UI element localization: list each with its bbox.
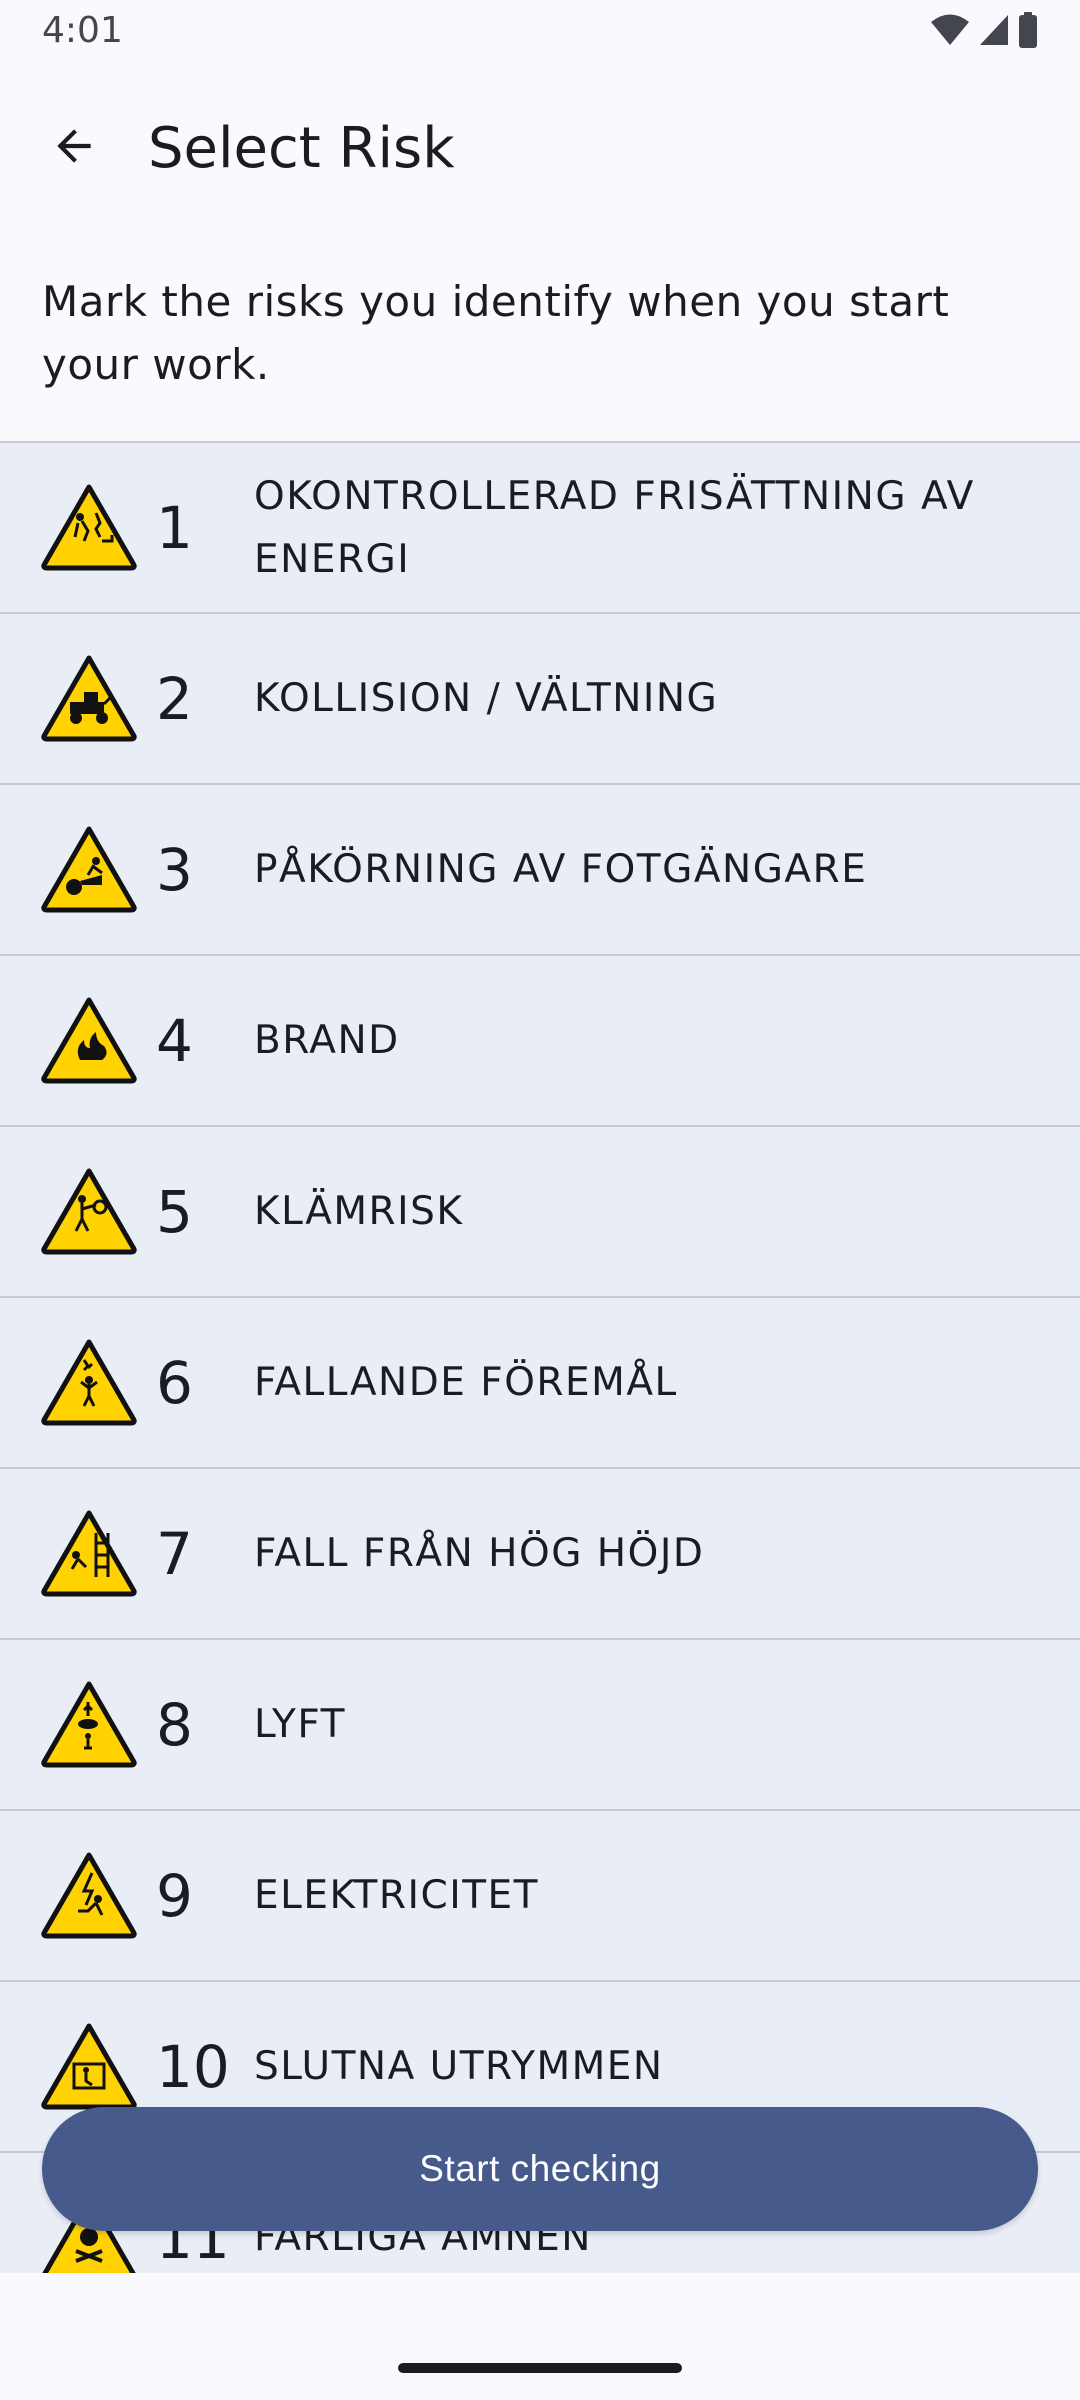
risk-label: PÅKÖRNING AV FOTGÄNGARE	[254, 847, 868, 892]
status-bar: 4:01	[0, 0, 1080, 62]
risk-number: 1	[156, 493, 193, 562]
start-checking-button[interactable]: Start checking	[42, 2107, 1038, 2231]
screen: 4:01 Select Risk Mark the risks you iden…	[0, 0, 1080, 2400]
risk-label: ELEKTRICITET	[254, 1873, 540, 1918]
risk-label: BRAND	[254, 1018, 400, 1063]
risk-item-2[interactable]: 2 KOLLISION / VÄLTNING	[0, 614, 1080, 785]
battery-icon	[1019, 12, 1037, 48]
risk-label: KLÄMRISK	[254, 1189, 464, 1234]
instruction-text: Mark the risks you identify when you sta…	[42, 277, 950, 389]
fall-from-height-warning-icon	[40, 1509, 138, 1597]
lifting-load-warning-icon	[40, 1680, 138, 1768]
collision-vehicle-warning-icon	[40, 654, 138, 742]
risk-number: 2	[156, 664, 193, 733]
risk-item-8[interactable]: 8 LYFT	[0, 1640, 1080, 1811]
falling-objects-warning-icon	[40, 1338, 138, 1426]
app-bar: Select Risk	[0, 62, 1080, 232]
risk-item-9[interactable]: 9 ELEKTRICITET	[0, 1811, 1080, 1982]
risk-number: 7	[156, 1519, 193, 1588]
risk-item-6[interactable]: 6 FALLANDE FÖREMÅL	[0, 1298, 1080, 1469]
status-icons	[930, 12, 1038, 48]
back-button[interactable]	[34, 106, 114, 186]
risk-number: 5	[156, 1177, 193, 1246]
risk-number: 9	[156, 1861, 193, 1930]
pedestrian-hit-warning-icon	[40, 825, 138, 913]
risk-list[interactable]: 1 OKONTROLLERAD FRISÄTTNING AV ENERGI 2 KOL…	[0, 441, 1080, 2275]
risk-label: OKONTROLLERAD FRISÄTTNING AV ENERGI	[254, 473, 975, 582]
risk-item-3[interactable]: 3 PÅKÖRNING AV FOTGÄNGARE	[0, 785, 1080, 956]
electricity-warning-icon	[40, 1851, 138, 1939]
cell-signal-icon	[980, 15, 1008, 45]
navigation-bar	[0, 2273, 1080, 2400]
gesture-handle[interactable]	[398, 2363, 682, 2373]
risk-item-4[interactable]: 4 BRAND	[0, 956, 1080, 1127]
wifi-icon	[931, 14, 969, 45]
risk-number: 3	[156, 835, 193, 904]
page-title: Select Risk	[148, 116, 455, 181]
crush-warning-icon	[40, 1167, 138, 1255]
risk-item-5[interactable]: 5 KLÄMRISK	[0, 1127, 1080, 1298]
confined-space-warning-icon	[40, 2022, 138, 2110]
risk-label: FALL FRÅN HÖG HÖJD	[254, 1531, 705, 1576]
risk-number: 6	[156, 1348, 193, 1417]
risk-number: 8	[156, 1690, 193, 1759]
status-time: 4:01	[42, 10, 123, 51]
arrow-back-icon	[57, 129, 91, 163]
risk-label: KOLLISION / VÄLTNING	[254, 676, 719, 721]
risk-item-1[interactable]: 1 OKONTROLLERAD FRISÄTTNING AV ENERGI	[0, 443, 1080, 614]
fire-warning-icon	[40, 996, 138, 1084]
risk-item-7[interactable]: 7 FALL FRÅN HÖG HÖJD	[0, 1469, 1080, 1640]
energy-release-warning-icon	[40, 483, 138, 571]
risk-label: LYFT	[254, 1702, 346, 1747]
risk-label: FALLANDE FÖREMÅL	[254, 1360, 678, 1405]
risk-number: 4	[156, 1006, 193, 1075]
